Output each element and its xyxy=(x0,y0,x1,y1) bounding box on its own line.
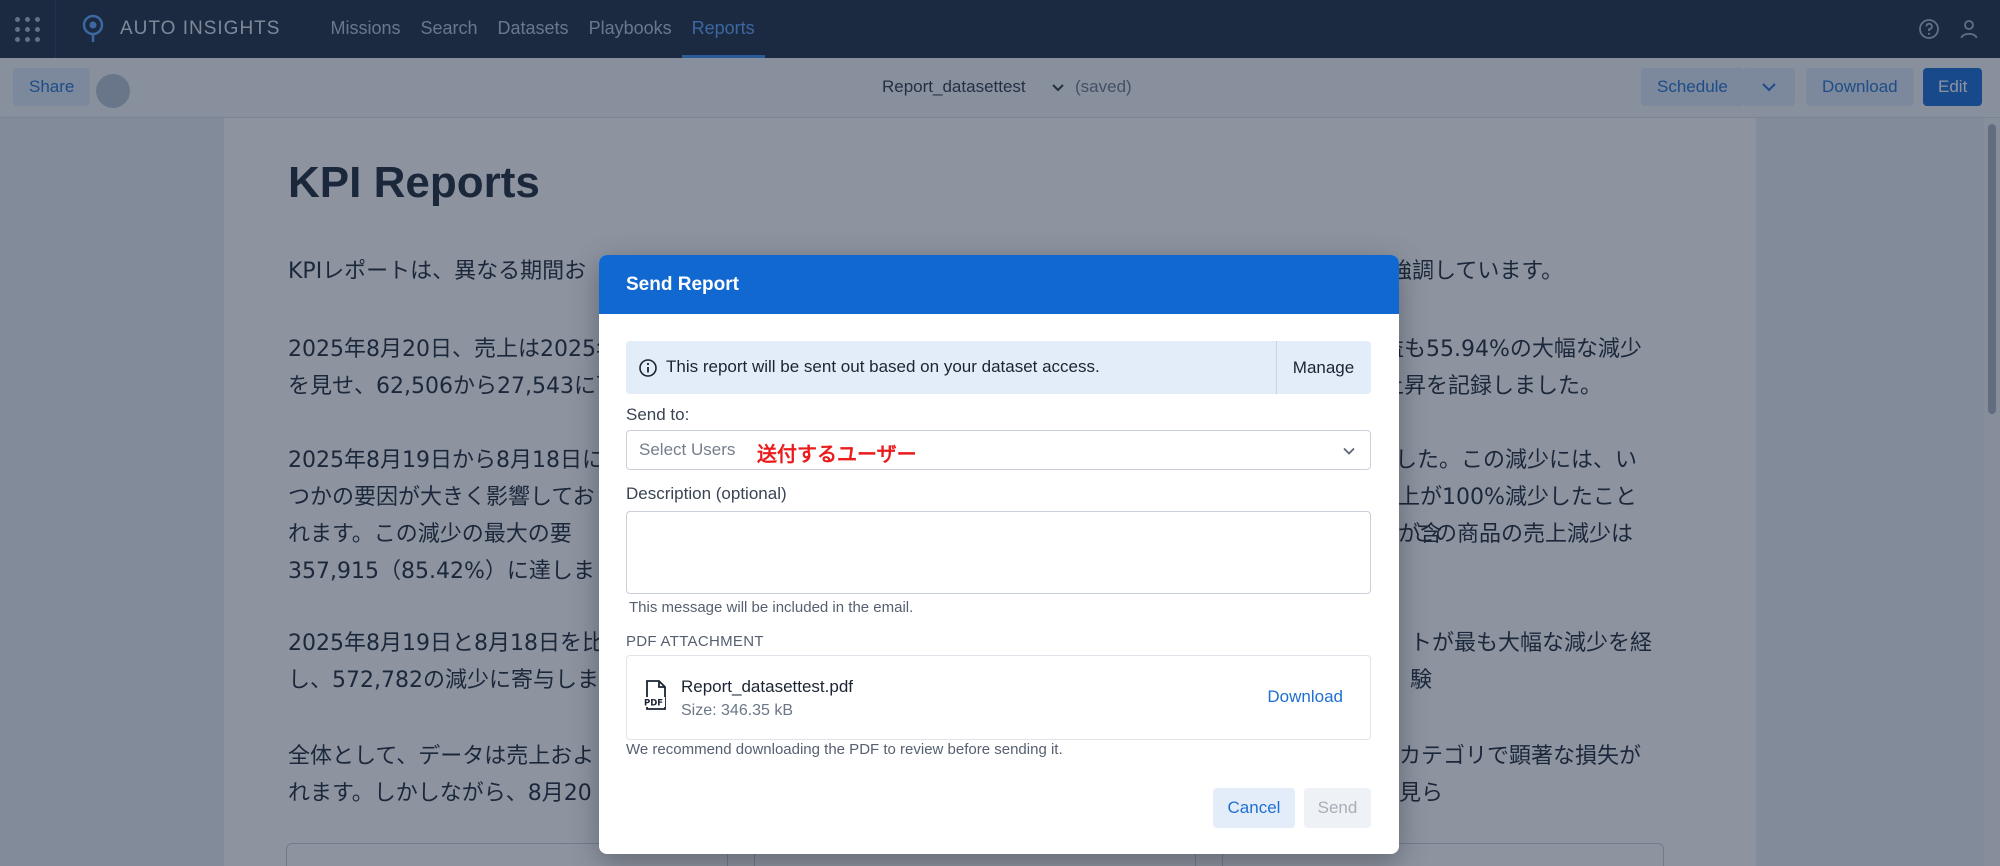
pdf-attachment-label: PDF ATTACHMENT xyxy=(626,633,764,650)
send-report-dialog: Send Report This report will be sent out… xyxy=(599,255,1399,854)
pdf-file-icon: PDF xyxy=(643,680,666,710)
svg-text:PDF: PDF xyxy=(644,699,663,709)
pdf-file-name: Report_datasettest.pdf xyxy=(681,677,854,696)
description-label: Description (optional) xyxy=(626,484,787,503)
select-users-placeholder: Select Users xyxy=(639,440,736,459)
recipient-annotation: 送付するユーザー xyxy=(757,442,917,466)
dataset-access-notice: This report will be sent out based on yo… xyxy=(626,341,1371,394)
dialog-title: Send Report xyxy=(599,255,1399,314)
description-textarea[interactable] xyxy=(626,511,1371,594)
send-button[interactable]: Send xyxy=(1304,788,1371,828)
pdf-attachment: PDF Report_datasettest.pdf Size: 346.35 … xyxy=(626,655,1371,740)
manage-button[interactable]: Manage xyxy=(1276,341,1371,394)
notice-text: This report will be sent out based on yo… xyxy=(666,357,1100,376)
select-users-dropdown[interactable]: Select Users 送付するユーザー xyxy=(626,430,1371,470)
pdf-file-size: Size: 346.35 kB xyxy=(681,702,794,719)
cancel-button[interactable]: Cancel xyxy=(1213,788,1295,828)
pdf-hint: We recommend downloading the PDF to revi… xyxy=(626,741,1063,758)
description-hint: This message will be included in the ema… xyxy=(629,599,914,616)
pdf-download-link[interactable]: Download xyxy=(1267,687,1343,707)
chevron-down-icon xyxy=(1343,447,1355,455)
send-to-label: Send to: xyxy=(626,405,690,424)
info-icon xyxy=(639,359,657,377)
